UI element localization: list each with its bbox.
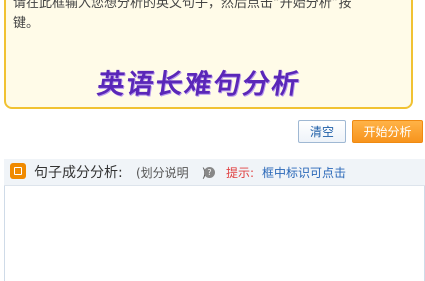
- clear-button[interactable]: 清空: [298, 120, 346, 143]
- explanation-label: (划分说明: [136, 166, 189, 180]
- sentence-input-area[interactable]: 请在此框输入您想分析的英文句子，然后点击“开始分析”按 键。 英语长难句分析: [4, 0, 413, 109]
- input-placeholder-text: 请在此框输入您想分析的英文句子，然后点击“开始分析”按 键。: [13, 0, 352, 31]
- analysis-title: 句子成分分析:: [34, 165, 123, 181]
- explanation-link[interactable]: (划分说明): [136, 164, 206, 181]
- analysis-section-icon: [10, 163, 26, 179]
- banner-title: 英语长难句分析: [95, 69, 303, 100]
- analysis-result-panel: [4, 186, 425, 281]
- tip-label: 提示:: [226, 166, 255, 180]
- analysis-header: 句子成分分析: (划分说明) ? 提示: 框中标识可点击: [4, 159, 425, 186]
- start-analysis-button[interactable]: 开始分析: [352, 120, 423, 143]
- tip-text: 框中标识可点击: [262, 166, 347, 180]
- analysis-page: 请在此框输入您想分析的英文句子，然后点击“开始分析”按 键。 英语长难句分析 清…: [0, 0, 425, 281]
- question-icon[interactable]: ?: [204, 167, 215, 178]
